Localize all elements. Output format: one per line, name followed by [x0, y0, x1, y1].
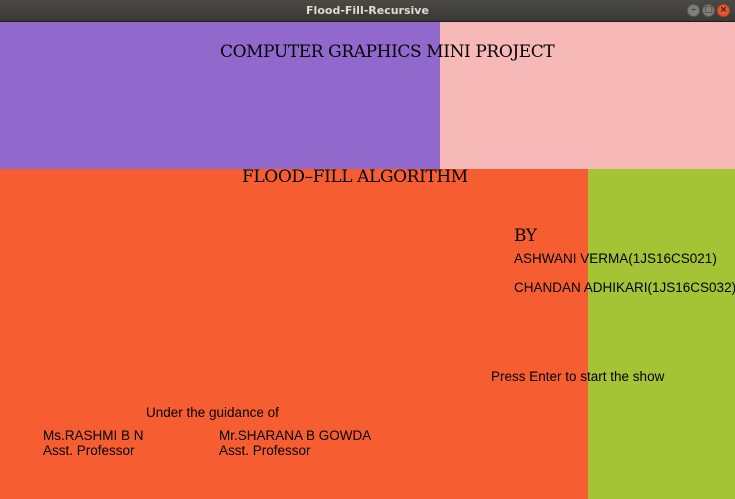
guide-1-role: Asst. Professor — [43, 443, 135, 458]
guide-2-role: Asst. Professor — [219, 443, 311, 458]
guidance-label: Under the guidance of — [146, 405, 279, 420]
project-heading: COMPUTER GRAPHICS MINI PROJECT — [220, 42, 555, 62]
opengl-canvas[interactable]: COMPUTER GRAPHICS MINI PROJECT FLOOD–FIL… — [0, 22, 735, 499]
start-prompt: Press Enter to start the show — [491, 369, 665, 384]
algorithm-title: FLOOD–FILL ALGORITHM — [242, 167, 468, 187]
close-button[interactable]: × — [717, 4, 730, 17]
maximize-button[interactable]: □ — [702, 4, 715, 17]
guide-1-name: Ms.RASHMI B N — [43, 428, 144, 443]
window-titlebar[interactable]: Flood-Fill-Recursive – □ × — [0, 0, 735, 22]
minimize-button[interactable]: – — [687, 4, 700, 17]
guide-2-name: Mr.SHARANA B GOWDA — [219, 428, 372, 443]
fill-region-bottom-right — [588, 169, 735, 499]
author-2: CHANDAN ADHIKARI(1JS16CS032) — [514, 280, 735, 295]
by-label: BY — [514, 226, 537, 246]
window-controls: – □ × — [687, 4, 730, 17]
author-1: ASHWANI VERMA(1JS16CS021) — [514, 251, 717, 266]
window-title: Flood-Fill-Recursive — [306, 4, 429, 17]
